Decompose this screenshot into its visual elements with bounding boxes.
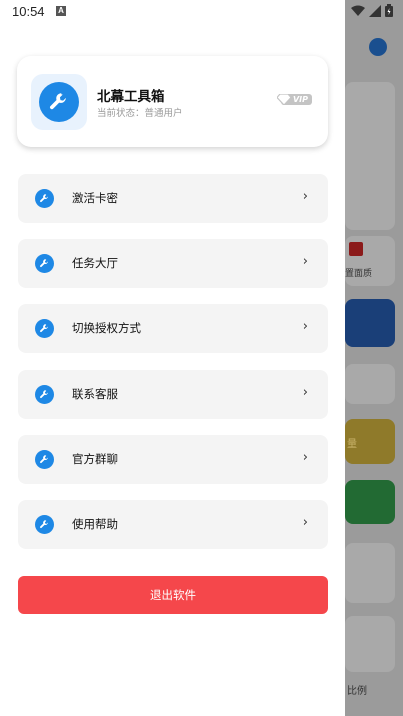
menu-item-activate-card[interactable]: 激活卡密 › (18, 174, 328, 223)
wifi-icon (351, 5, 365, 16)
wrench-icon (35, 450, 54, 469)
wrench-icon (35, 515, 54, 534)
profile-card[interactable]: 北幕工具箱 当前状态：普通用户 VIP (17, 56, 328, 147)
background-label: 置面质 (345, 269, 373, 279)
chevron-right-icon: › (302, 385, 308, 400)
background-card: 置面质 (345, 236, 395, 286)
status-time: 10:54 (12, 4, 45, 19)
wrench-icon (35, 189, 54, 208)
menu-item-label: 任务大厅 (72, 256, 118, 270)
notification-icon: A (56, 6, 66, 16)
menu-item-label: 官方群聊 (72, 452, 118, 466)
background-card (345, 299, 395, 347)
user-status: 当前状态：普通用户 (97, 108, 183, 119)
wrench-icon (39, 82, 79, 122)
background-card (345, 616, 395, 672)
app-logo (31, 74, 87, 130)
menu-item-task-hall[interactable]: 任务大厅 › (18, 239, 328, 288)
wrench-icon (35, 385, 54, 404)
chevron-right-icon: › (302, 515, 308, 530)
background-label: 量 (347, 439, 357, 450)
navigation-drawer: 北幕工具箱 当前状态：普通用户 VIP 激活卡密 › 任务大厅 › 切换授权方式… (0, 0, 345, 716)
background-app: 置面质 量 比例 (345, 0, 403, 716)
menu-item-label: 激活卡密 (72, 191, 118, 205)
signal-icon (369, 4, 381, 17)
menu-item-label: 联系客服 (72, 387, 118, 401)
background-label: 比例 (347, 686, 367, 697)
background-card (345, 480, 395, 524)
chevron-right-icon: › (302, 319, 308, 334)
status-indicators (351, 4, 393, 17)
battery-icon (385, 4, 393, 17)
background-card (345, 82, 395, 230)
menu-item-contact-support[interactable]: 联系客服 › (18, 370, 328, 419)
vip-badge: VIP (276, 94, 312, 105)
status-bar: 10:54 A (0, 0, 403, 24)
background-card: 量 (345, 419, 395, 464)
menu-item-official-group[interactable]: 官方群聊 › (18, 435, 328, 484)
background-card (345, 543, 395, 603)
menu-item-help[interactable]: 使用帮助 › (18, 500, 328, 549)
exit-app-button[interactable]: 退出软件 (18, 576, 328, 614)
trash-icon (349, 242, 363, 256)
background-app-icon (369, 38, 387, 56)
menu-item-switch-auth[interactable]: 切换授权方式 › (18, 304, 328, 353)
chevron-right-icon: › (302, 189, 308, 204)
menu-item-label: 使用帮助 (72, 517, 118, 531)
chevron-right-icon: › (302, 254, 308, 269)
wrench-icon (35, 254, 54, 273)
menu-item-label: 切换授权方式 (72, 321, 141, 335)
diamond-icon (276, 94, 291, 105)
chevron-right-icon: › (302, 450, 308, 465)
background-card (345, 364, 395, 404)
wrench-icon (35, 319, 54, 338)
app-title: 北幕工具箱 (97, 89, 165, 105)
